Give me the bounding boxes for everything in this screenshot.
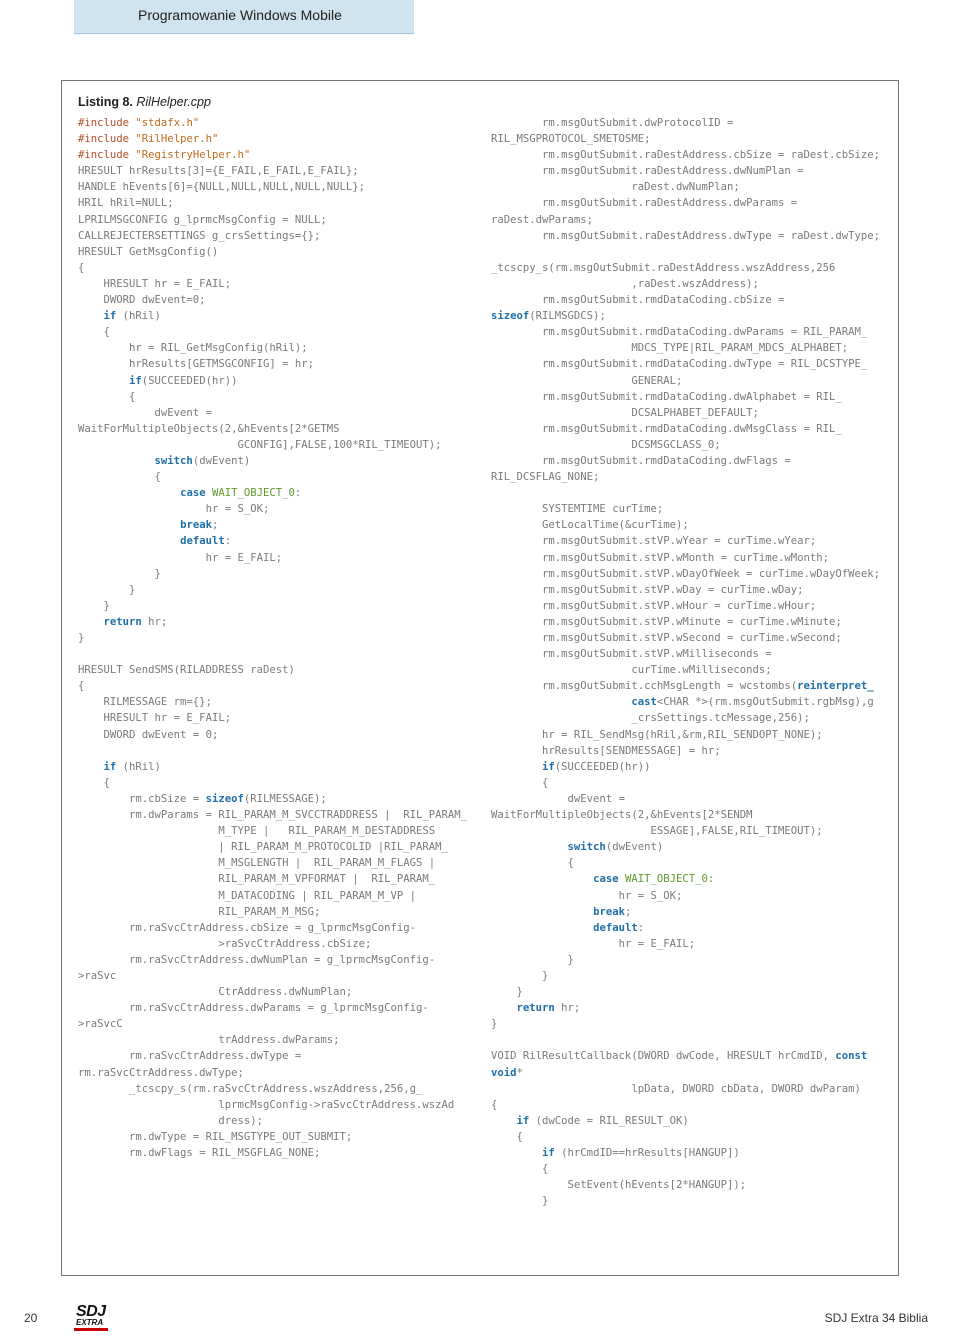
code-column-right: rm.msgOutSubmit.dwProtocolID = RIL_MSGPR… [491,115,882,1209]
magazine-logo: SDJ EXTRA [74,1306,108,1331]
logo-bottom: EXTRA [76,1319,106,1326]
code-right: rm.msgOutSubmit.dwProtocolID = RIL_MSGPR… [491,115,882,1209]
page-number: 20 [24,1311,37,1325]
listing-box: Listing 8. RilHelper.cpp #include "stdaf… [61,80,899,1276]
code-column-left: #include "stdafx.h" #include "RilHelper.… [78,115,469,1209]
listing-title: Listing 8. RilHelper.cpp [78,95,882,109]
code-left: #include "stdafx.h" #include "RilHelper.… [78,115,469,1161]
code-columns: #include "stdafx.h" #include "RilHelper.… [78,115,882,1209]
listing-label: Listing 8. [78,95,133,109]
page: Programowanie Windows Mobile Listing 8. … [0,0,960,1339]
footer-right-text: SDJ Extra 34 Biblia [825,1311,928,1325]
section-tab: Programowanie Windows Mobile [74,0,414,34]
listing-filename: RilHelper.cpp [136,95,211,109]
